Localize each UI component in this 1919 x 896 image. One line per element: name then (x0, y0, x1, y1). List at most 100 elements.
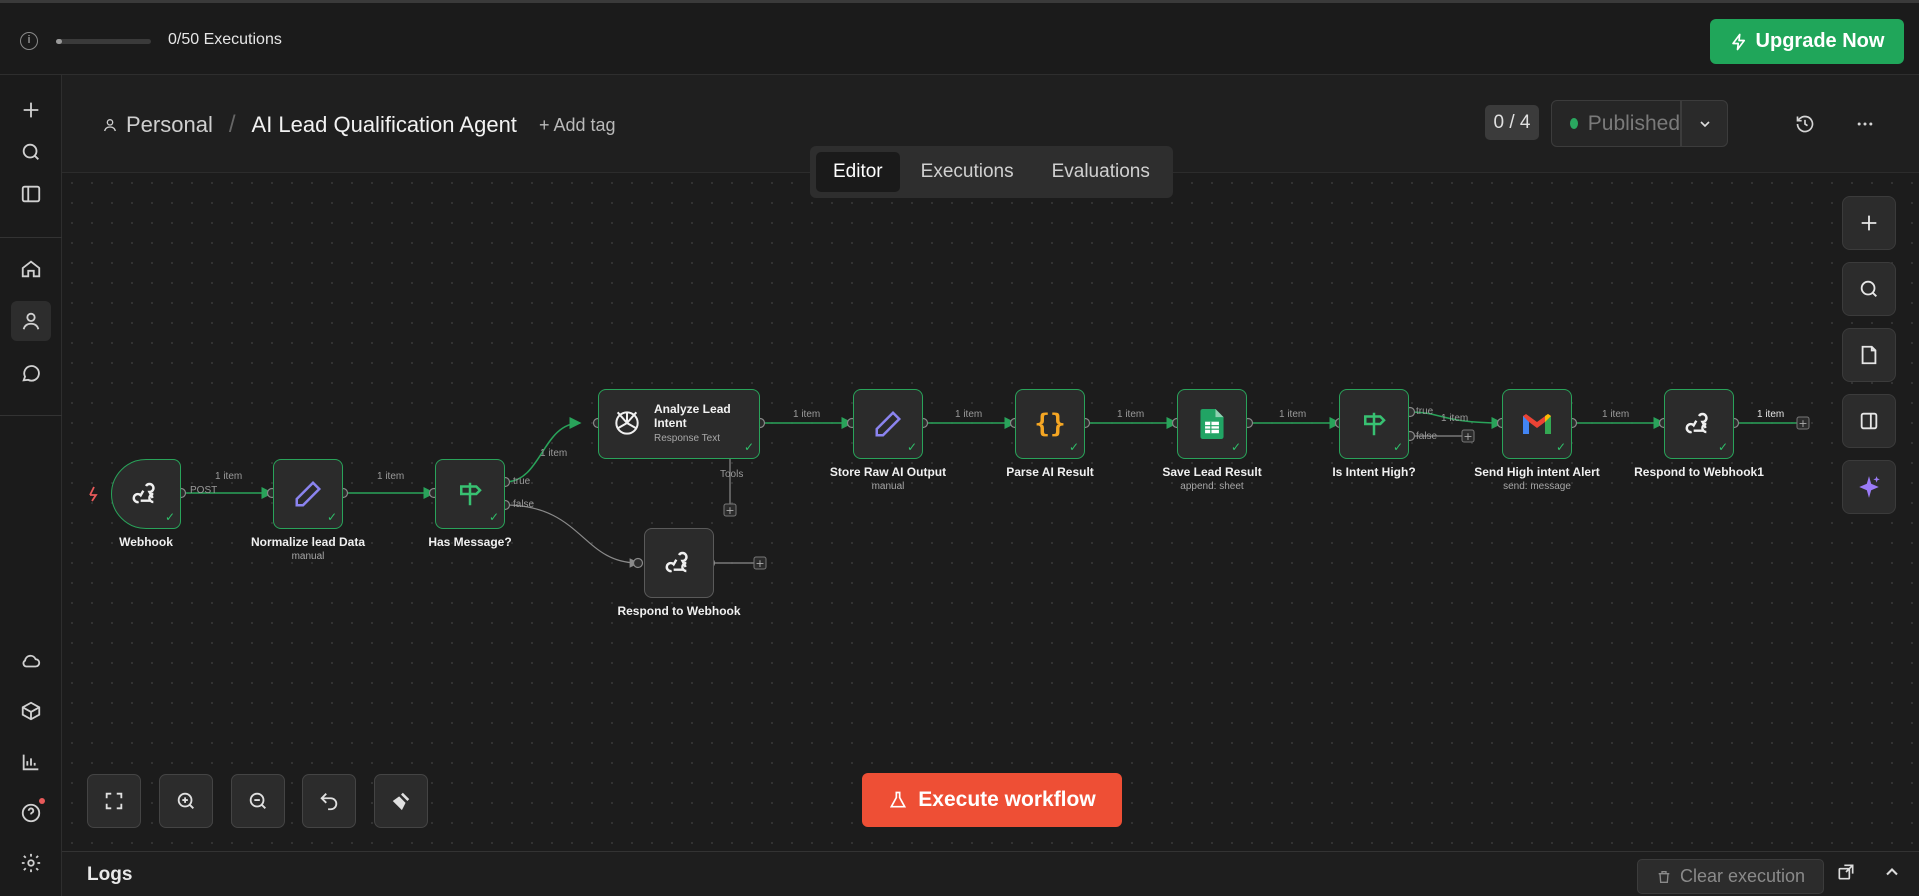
edge-label-false: false (1416, 431, 1438, 442)
zoom-in-button[interactable] (159, 774, 213, 828)
node-save-lead-result[interactable]: ✓ (1177, 389, 1247, 459)
logs-title[interactable]: Logs (87, 864, 132, 886)
tab-evaluations[interactable]: Evaluations (1035, 152, 1167, 192)
cloud-icon[interactable] (11, 641, 51, 681)
publish-button[interactable]: Published (1551, 100, 1681, 147)
tab-editor[interactable]: Editor (816, 152, 900, 192)
nav-divider (0, 237, 62, 238)
node-send-high-intent-alert[interactable]: ✓ (1502, 389, 1572, 459)
workflow-name[interactable]: AI Lead Qualification Agent (252, 112, 517, 138)
success-check-icon: ✓ (743, 440, 754, 454)
clear-execution-button[interactable]: Clear execution (1637, 859, 1824, 894)
node-is-intent-high[interactable]: ✓ (1339, 389, 1409, 459)
node-parse-ai-result[interactable]: {} ✓ (1015, 389, 1085, 459)
google-sheets-icon (1200, 409, 1224, 439)
signpost-icon (460, 482, 482, 506)
success-check-icon: ✓ (1068, 440, 1079, 454)
node-label: Normalize lead Data (250, 535, 366, 549)
fit-view-button[interactable] (87, 774, 141, 828)
success-check-icon: ✓ (1392, 440, 1403, 454)
edge-label-item: 1 item (1279, 409, 1307, 420)
search-icon (1860, 280, 1877, 297)
node-respond-to-webhook[interactable] (644, 528, 714, 598)
trash-icon (1658, 870, 1670, 883)
execute-workflow-button[interactable]: Execute workflow (862, 773, 1122, 827)
chat-icon[interactable] (11, 353, 51, 393)
top-bar: i 0/50 Executions Upgrade Now (0, 0, 1919, 75)
success-check-icon: ✓ (326, 510, 337, 524)
undo-button[interactable] (302, 774, 356, 828)
pop-out-icon[interactable] (1836, 862, 1856, 887)
search-nodes-button[interactable] (1842, 262, 1896, 316)
logs-panel: Logs Clear execution (62, 851, 1919, 896)
version-counter: 0 / 4 (1485, 105, 1539, 140)
upgrade-now-button[interactable]: Upgrade Now (1710, 19, 1904, 64)
webhook-icon (1685, 412, 1708, 434)
trigger-bolt-icon (89, 486, 98, 502)
node-webhook[interactable]: ✓ (111, 459, 181, 529)
pencil-icon (875, 410, 902, 437)
undo-icon (320, 793, 338, 811)
info-icon[interactable]: i (20, 32, 38, 50)
node-has-message[interactable]: ✓ (435, 459, 505, 529)
search-icon[interactable] (11, 132, 51, 172)
home-icon[interactable] (11, 249, 51, 289)
edge-label-item: 1 item (1117, 409, 1145, 420)
nav-divider (0, 415, 62, 416)
node-analyze-lead-intent[interactable]: Analyze Lead Intent Response Text ✓ (598, 389, 760, 459)
node-subtitle: manual (871, 481, 905, 492)
user-icon (104, 119, 116, 132)
success-check-icon: ✓ (164, 510, 175, 524)
edge-label-false: false (513, 499, 535, 510)
edge-label-true: true (513, 476, 531, 487)
gmail-icon (1523, 414, 1551, 434)
publish-status: Published (1587, 111, 1680, 135)
svg-text:+: + (755, 557, 764, 570)
node-respond-to-webhook1[interactable]: ✓ (1664, 389, 1734, 459)
tab-executions[interactable]: Executions (904, 152, 1031, 192)
publish-dropdown-button[interactable] (1681, 100, 1728, 147)
history-icon[interactable] (1786, 105, 1824, 143)
chart-icon[interactable] (11, 742, 51, 782)
ai-assistant-button[interactable] (1842, 460, 1896, 514)
breadcrumb: Personal / AI Lead Qualification Agent +… (102, 111, 616, 139)
zoom-in-icon (177, 792, 194, 809)
add-tag-button[interactable]: + Add tag (539, 115, 616, 136)
sidebar-toggle-icon[interactable] (11, 174, 51, 214)
notification-dot-icon (39, 798, 45, 804)
settings-gear-icon[interactable] (11, 843, 51, 883)
project-link[interactable]: Personal (126, 112, 213, 138)
fullscreen-icon (105, 792, 123, 810)
edge-label-item: 1 item (540, 448, 568, 459)
webhook-icon (132, 482, 155, 504)
node-normalize-lead-data[interactable]: ✓ (273, 459, 343, 529)
sparkle-icon (1859, 476, 1880, 498)
add-icon[interactable] (11, 90, 51, 130)
edge-label-item: 1 item (1602, 409, 1630, 420)
sticky-note-icon (1861, 345, 1877, 365)
success-check-icon: ✓ (1717, 440, 1728, 454)
tidy-up-button[interactable] (374, 774, 428, 828)
chevron-up-icon[interactable] (1882, 862, 1902, 887)
more-options-icon[interactable] (1846, 105, 1884, 143)
node-label: Parse AI Result (1006, 465, 1094, 479)
workflow-canvas[interactable]: + + + + POST 1 item 1 item 1 item true f… (62, 173, 1919, 851)
pencil-icon (295, 480, 322, 507)
package-icon[interactable] (11, 691, 51, 731)
edge-label-item: 1 item (955, 409, 983, 420)
node-label: Has Message? (428, 535, 512, 549)
panel-icon (1860, 412, 1878, 430)
user-icon[interactable] (11, 301, 51, 341)
svg-text:+: + (725, 504, 734, 517)
node-label: Store Raw AI Output (829, 465, 947, 479)
node-store-raw-ai-output[interactable]: ✓ (853, 389, 923, 459)
panel-toggle-button[interactable] (1842, 394, 1896, 448)
edge-label-item: 1 item (377, 471, 405, 482)
node-label: Respond to Webhook (617, 604, 741, 618)
help-icon[interactable] (11, 793, 51, 833)
node-subtitle: manual (291, 551, 325, 562)
node-label: Save Lead Result (1162, 465, 1262, 479)
sticky-note-button[interactable] (1842, 328, 1896, 382)
add-node-button[interactable] (1842, 196, 1896, 250)
zoom-out-button[interactable] (231, 774, 285, 828)
